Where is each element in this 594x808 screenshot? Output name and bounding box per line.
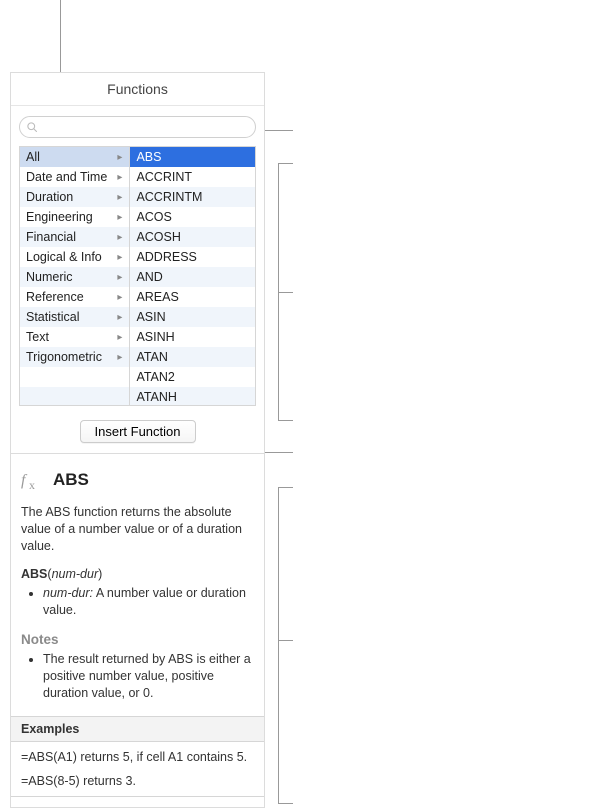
category-item[interactable]: Logical & Info ▸ (20, 247, 129, 267)
callout-line (278, 420, 293, 421)
category-item[interactable]: Engineering ▸ (20, 207, 129, 227)
param-name: num-dur: (43, 586, 93, 600)
category-item-empty (20, 367, 129, 387)
category-item[interactable]: Text ▸ (20, 327, 129, 347)
category-label: Trigonometric (26, 350, 102, 364)
chevron-right-icon: ▸ (117, 352, 122, 363)
chevron-right-icon: ▸ (117, 312, 122, 323)
insert-container: Insert Function (11, 416, 264, 453)
function-label: ASINH (136, 330, 174, 344)
category-column: All ▸ Date and Time ▸ Duration ▸ Engineerin… (20, 147, 130, 405)
function-label: ACCRINTM (136, 190, 202, 204)
function-item[interactable]: ATAN2 (130, 367, 255, 387)
category-item[interactable]: Numeric ▸ (20, 267, 129, 287)
notes-heading: Notes (21, 632, 254, 647)
svg-text:x: x (29, 478, 35, 492)
detail-title-row: f x ABS (21, 468, 254, 492)
function-label: ABS (136, 150, 161, 164)
category-label: Date and Time (26, 170, 107, 184)
param-item: num-dur: A number value or duration valu… (43, 585, 254, 619)
function-browser: All ▸ Date and Time ▸ Duration ▸ Engineerin… (19, 146, 256, 406)
function-item[interactable]: ACCRINT (130, 167, 255, 187)
function-label: AND (136, 270, 162, 284)
category-label: Engineering (26, 210, 93, 224)
category-item[interactable]: Financial ▸ (20, 227, 129, 247)
category-item-all[interactable]: All ▸ (20, 147, 129, 167)
function-label: ATANH (136, 390, 177, 404)
category-item[interactable]: Duration ▸ (20, 187, 129, 207)
panel-title: Functions (11, 72, 264, 106)
function-item[interactable]: AND (130, 267, 255, 287)
example-line: =ABS(A1) returns 5, if cell A1 contains … (11, 742, 264, 768)
function-item[interactable]: ASINH (130, 327, 255, 347)
function-item[interactable]: ACCRINTM (130, 187, 255, 207)
function-label: ASIN (136, 310, 165, 324)
chevron-right-icon: ▸ (117, 232, 122, 243)
function-label: ACOSH (136, 230, 180, 244)
search-container (11, 106, 264, 146)
function-label: ADDRESS (136, 250, 196, 264)
detail-description: The ABS function returns the absolute va… (21, 504, 254, 555)
note-item: The result returned by ABS is either a p… (43, 651, 254, 702)
category-item[interactable]: Reference ▸ (20, 287, 129, 307)
search-input[interactable] (44, 120, 247, 134)
examples-heading: Examples (11, 717, 264, 742)
svg-text:f: f (21, 472, 28, 489)
category-item[interactable]: Date and Time ▸ (20, 167, 129, 187)
detail-syntax: ABS(num-dur) (21, 567, 254, 581)
detail-function-name: ABS (53, 470, 89, 490)
function-item[interactable]: ASIN (130, 307, 255, 327)
examples-box: Examples =ABS(A1) returns 5, if cell A1 … (11, 716, 264, 797)
category-label: Duration (26, 190, 73, 204)
callout-line (278, 487, 279, 803)
function-label: ACCRINT (136, 170, 192, 184)
chevron-right-icon: ▸ (117, 152, 122, 163)
search-icon (26, 121, 38, 133)
function-label: ATAN (136, 350, 167, 364)
search-field[interactable] (19, 116, 256, 138)
functions-panel: Functions All ▸ Date and Time ▸ Duration ▸ … (10, 72, 265, 808)
chevron-right-icon: ▸ (117, 172, 122, 183)
function-item[interactable]: ACOSH (130, 227, 255, 247)
insert-function-button[interactable]: Insert Function (80, 420, 196, 443)
function-item-abs[interactable]: ABS (130, 147, 255, 167)
chevron-right-icon: ▸ (117, 192, 122, 203)
callout-line (60, 0, 61, 72)
category-label: Reference (26, 290, 84, 304)
notes-list: The result returned by ABS is either a p… (21, 651, 254, 702)
category-item-empty (20, 387, 129, 405)
function-item[interactable]: ACOS (130, 207, 255, 227)
fx-icon: f x (21, 468, 45, 492)
chevron-right-icon: ▸ (117, 292, 122, 303)
category-label: Text (26, 330, 49, 344)
category-item[interactable]: Trigonometric ▸ (20, 347, 129, 367)
function-item[interactable]: ATANH (130, 387, 255, 405)
syntax-arg: num-dur (52, 567, 99, 581)
category-item[interactable]: Statistical ▸ (20, 307, 129, 327)
param-list: num-dur: A number value or duration valu… (21, 585, 254, 619)
chevron-right-icon: ▸ (117, 332, 122, 343)
function-label: ATAN2 (136, 370, 174, 384)
syntax-name: ABS (21, 567, 47, 581)
chevron-right-icon: ▸ (117, 272, 122, 283)
function-label: ACOS (136, 210, 171, 224)
category-label: Logical & Info (26, 250, 102, 264)
function-item[interactable]: AREAS (130, 287, 255, 307)
function-item[interactable]: ADDRESS (130, 247, 255, 267)
callout-line (278, 163, 293, 164)
callout-line (278, 640, 293, 641)
callout-line (278, 292, 293, 293)
category-label: Statistical (26, 310, 80, 324)
category-label: Financial (26, 230, 76, 244)
category-label: Numeric (26, 270, 73, 284)
category-label: All (26, 150, 40, 164)
example-line: =ABS(8-5) returns 3. (11, 768, 264, 796)
function-label: AREAS (136, 290, 178, 304)
chevron-right-icon: ▸ (117, 212, 122, 223)
function-detail: f x ABS The ABS function returns the abs… (11, 454, 264, 807)
callout-line (278, 487, 293, 488)
function-item[interactable]: ATAN (130, 347, 255, 367)
function-column: ABS ACCRINT ACCRINTM ACOS ACOSH ADDRESS … (130, 147, 255, 405)
chevron-right-icon: ▸ (117, 252, 122, 263)
